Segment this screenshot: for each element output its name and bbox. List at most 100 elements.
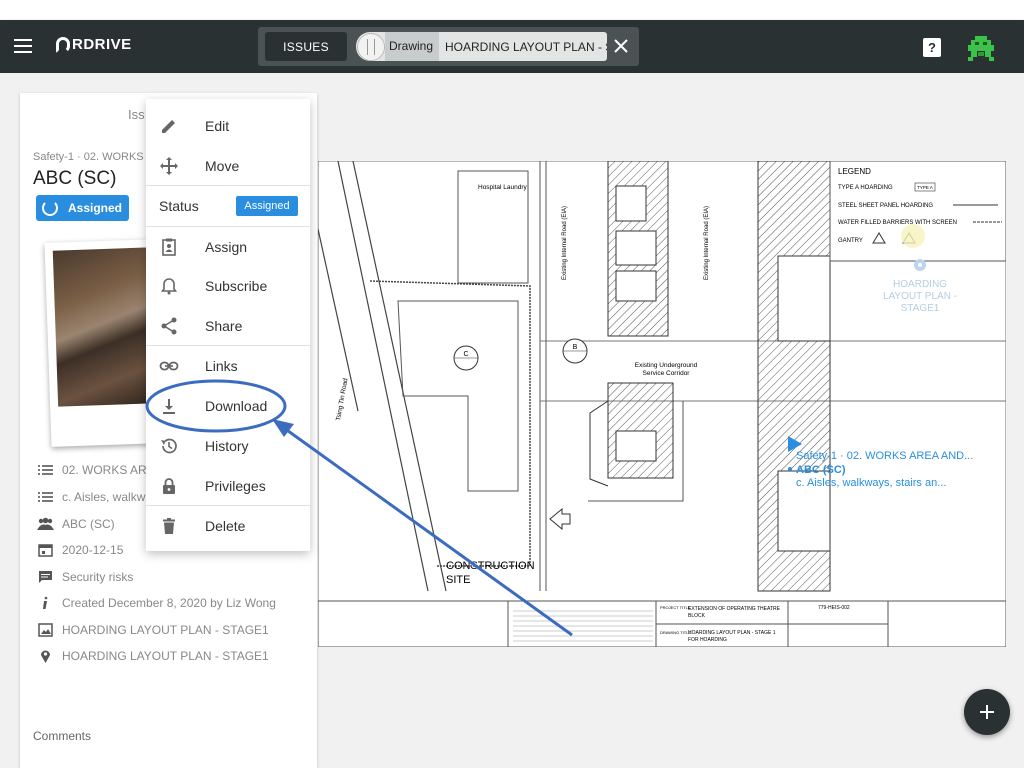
menu-status-chip[interactable]: Assigned bbox=[236, 196, 298, 216]
move-icon bbox=[160, 157, 178, 175]
comments-heading: Comments bbox=[33, 729, 92, 743]
pin-label-3: STAGE1 bbox=[901, 303, 940, 314]
bell-icon bbox=[160, 278, 178, 295]
status-badge-label: Assigned bbox=[68, 201, 123, 215]
add-button[interactable] bbox=[964, 689, 1010, 735]
top-strip bbox=[0, 0, 1024, 20]
label-hospital-laundry: Hospital Laundry bbox=[478, 184, 528, 191]
drawing-thumbnail-icon bbox=[357, 32, 385, 61]
menu-item-label: Subscribe bbox=[205, 278, 268, 294]
menu-item-links[interactable]: Links bbox=[146, 347, 310, 385]
app-bar: RDRIVE ISSUES Drawing HOARDING LAYOUT PL… bbox=[0, 20, 1024, 73]
menu-item-label: History bbox=[205, 438, 249, 454]
plus-icon bbox=[980, 705, 994, 719]
download-icon bbox=[163, 399, 175, 414]
link-icon bbox=[159, 361, 179, 371]
meta-row-assignee: ABC (SC) bbox=[37, 517, 115, 531]
menu-status-label: Status bbox=[159, 198, 199, 214]
meta-row-created: Created December 8, 2020 by Liz Wong bbox=[37, 596, 276, 610]
panel-tab-title[interactable]: Iss bbox=[128, 107, 145, 122]
app-logo[interactable]: RDRIVE bbox=[56, 36, 132, 53]
label-corridor-1: Existing Underground bbox=[635, 362, 698, 369]
menu-status-row: Status Assigned bbox=[146, 187, 310, 225]
pin-label-2: LAYOUT PLAN - bbox=[883, 291, 957, 302]
menu-item-privileges[interactable]: Privileges bbox=[146, 467, 310, 505]
meta-drawing-text: HOARDING LAYOUT PLAN - STAGE1 bbox=[62, 623, 269, 637]
issue-line-3: c. Aisles, walkways, stairs an... bbox=[796, 477, 946, 489]
meta-row-drawing: HOARDING LAYOUT PLAN - STAGE1 bbox=[37, 623, 269, 637]
label-corridor-2: Service Corridor bbox=[643, 370, 691, 377]
menu-item-delete[interactable]: Delete bbox=[146, 507, 310, 545]
menu-item-label: Edit bbox=[205, 118, 230, 134]
user-avatar[interactable] bbox=[966, 33, 996, 63]
menu-item-label: Download bbox=[205, 398, 268, 414]
chat-icon bbox=[39, 571, 52, 583]
calendar-icon bbox=[38, 544, 53, 557]
legend-item-2: STEEL SHEET PANEL HOARDING bbox=[838, 203, 933, 209]
menu-divider bbox=[146, 505, 310, 506]
legend-title: LEGEND bbox=[838, 167, 871, 176]
content-area: Hospital Laundry Existing Internal Road … bbox=[0, 73, 1024, 768]
menu-item-move[interactable]: Move bbox=[146, 147, 310, 185]
menu-item-download[interactable]: Download bbox=[146, 387, 310, 425]
tab-group: ISSUES Drawing HOARDING LAYOUT PLAN - ST… bbox=[258, 27, 639, 66]
drawing-title-2: FOR HOARDING bbox=[688, 637, 727, 643]
menu-item-label: Assign bbox=[205, 239, 248, 255]
meta-row-location: HOARDING LAYOUT PLAN - STAGE1 bbox=[37, 649, 269, 663]
history-icon bbox=[161, 438, 177, 454]
label-site: SITE bbox=[446, 574, 470, 586]
legend-item-4: GANTRY bbox=[838, 238, 863, 244]
menu-item-label: Move bbox=[205, 158, 240, 174]
people-icon bbox=[37, 517, 54, 530]
menu-item-subscribe[interactable]: Subscribe bbox=[146, 267, 310, 305]
clipboard-user-icon bbox=[162, 238, 176, 256]
location-pin-icon[interactable] bbox=[914, 259, 926, 271]
legend-badge: TYPE A bbox=[917, 185, 933, 190]
issue-line-2: ABC (SC) bbox=[796, 464, 846, 476]
issue-title: ABC (SC) bbox=[33, 168, 117, 189]
status-badge[interactable]: Assigned bbox=[36, 195, 129, 221]
drawing-title-label: DRAWING TITLE bbox=[660, 630, 691, 635]
menu-item-label: Privileges bbox=[205, 478, 266, 494]
label-road-2: Existing Internal Road (EIA) bbox=[704, 206, 710, 280]
issue-subtitle: Safety-1 · 02. WORKS bbox=[33, 151, 144, 163]
marker-c: C bbox=[463, 351, 468, 358]
issue-context-menu: Edit Move Status Assigned Assign Subscri… bbox=[146, 99, 310, 551]
tab-issues[interactable]: ISSUES bbox=[265, 32, 347, 61]
close-icon[interactable] bbox=[611, 36, 631, 56]
legend-item-3: WATER FILLED BARRIERS WITH SCREEN bbox=[838, 220, 957, 226]
location-icon bbox=[41, 650, 50, 663]
share-icon bbox=[161, 317, 177, 335]
menu-icon[interactable] bbox=[14, 39, 32, 53]
pencil-icon bbox=[162, 120, 175, 133]
image-icon bbox=[38, 623, 53, 637]
menu-divider bbox=[146, 345, 310, 346]
label-road-1: Existing Internal Road (EIA) bbox=[562, 206, 568, 280]
meta-area-text: 02. WORKS ARE bbox=[62, 463, 155, 477]
list-icon bbox=[38, 465, 53, 475]
meta-row-area: 02. WORKS ARE bbox=[37, 463, 155, 477]
logo-text: RDRIVE bbox=[72, 36, 132, 53]
meta-row-subarea: c. Aisles, walkw bbox=[37, 490, 145, 504]
drawing-title-1: HOARDING LAYOUT PLAN - STAGE 1 bbox=[688, 630, 776, 636]
drawing-canvas[interactable]: Hospital Laundry Existing Internal Road … bbox=[318, 161, 1006, 647]
project-title-label: PROJECT TITLE bbox=[660, 605, 691, 610]
menu-divider bbox=[146, 185, 310, 186]
tab-drawing[interactable]: Drawing HOARDING LAYOUT PLAN - STAGE1 bbox=[356, 32, 607, 61]
meta-created-text: Created December 8, 2020 by Liz Wong bbox=[62, 596, 276, 610]
drawing-number: 779-HEIS-002 bbox=[818, 605, 850, 611]
menu-item-history[interactable]: History bbox=[146, 427, 310, 465]
legend-item-1: TYPE A HOARDING bbox=[838, 185, 893, 191]
meta-date-text: 2020-12-15 bbox=[62, 543, 124, 557]
menu-item-label: Delete bbox=[205, 518, 246, 534]
menu-item-assign[interactable]: Assign bbox=[146, 228, 310, 266]
photo-image bbox=[52, 247, 155, 407]
tab-drawing-title: HOARDING LAYOUT PLAN - STAGE1 bbox=[445, 39, 607, 54]
menu-divider bbox=[146, 226, 310, 227]
menu-item-label: Share bbox=[205, 318, 243, 334]
menu-item-edit[interactable]: Edit bbox=[146, 107, 310, 145]
meta-row-date: 2020-12-15 bbox=[37, 543, 123, 557]
meta-row-type: Security risks bbox=[37, 570, 133, 584]
help-icon[interactable]: ? bbox=[923, 38, 941, 57]
menu-item-share[interactable]: Share bbox=[146, 307, 310, 345]
